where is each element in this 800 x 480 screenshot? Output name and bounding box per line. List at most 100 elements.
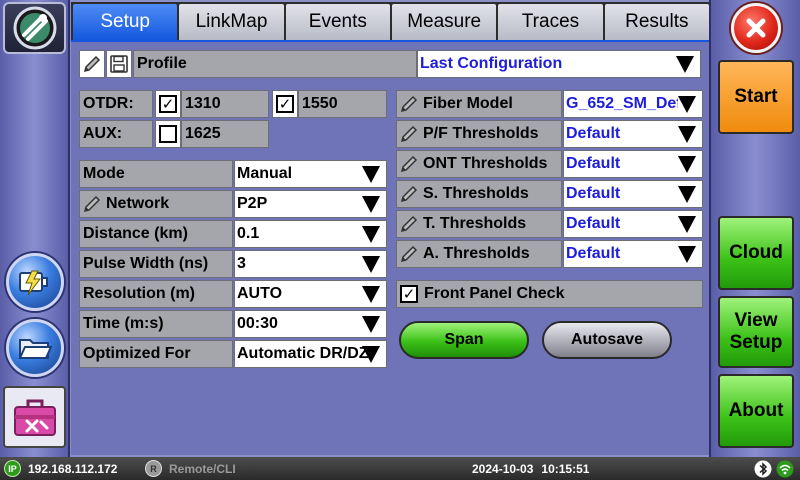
distance-select[interactable]: 0.1	[234, 220, 387, 248]
network-select[interactable]: P2P	[234, 190, 387, 218]
chevron-down-icon	[678, 155, 696, 173]
ont-thresholds-select[interactable]: Default	[563, 150, 703, 178]
fiber-model-value: G_652_SM_Default	[566, 95, 678, 112]
toolbox-button[interactable]	[3, 386, 66, 448]
s-thresholds-label: S. Thresholds	[423, 185, 529, 202]
status-bar: IP 192.168.112.172 R Remote/CLI 2024-10-…	[0, 457, 800, 480]
start-button[interactable]: Start	[718, 60, 794, 134]
pf-thresholds-value: Default	[566, 125, 621, 142]
view-setup-button[interactable]: View Setup	[718, 296, 794, 368]
otdr-1550-label: 1550	[298, 90, 387, 118]
profile-label: Profile	[133, 50, 417, 78]
tab-events[interactable]: Events	[285, 4, 390, 40]
bluetooth-status[interactable]	[754, 457, 772, 480]
close-button[interactable]	[731, 3, 781, 53]
t-thresholds-value: Default	[566, 215, 621, 232]
pencil-icon	[397, 214, 421, 234]
check-icon	[276, 95, 294, 113]
tab-traces[interactable]: Traces	[498, 4, 603, 40]
datetime: 2024-10-03 10:15:51	[472, 457, 589, 480]
aux-1625-checkbox[interactable]	[155, 120, 181, 148]
fiber-model-label: Fiber Model	[423, 95, 513, 112]
t-thresholds-select[interactable]: Default	[563, 210, 703, 238]
profile-select[interactable]: Last Configuration	[417, 50, 701, 78]
pencil-icon	[80, 194, 104, 214]
time-label: Time (m:s)	[79, 310, 233, 338]
power-meter-icon	[5, 253, 64, 311]
bluetooth-icon	[754, 460, 772, 477]
chevron-down-icon	[362, 255, 380, 273]
check-icon	[159, 95, 177, 113]
a-thresholds-select[interactable]: Default	[563, 240, 703, 268]
profile-save-button[interactable]	[106, 50, 132, 78]
ont-thresholds-label: ONT Thresholds	[423, 155, 548, 172]
pencil-icon	[397, 124, 421, 144]
about-button[interactable]: About	[718, 374, 794, 448]
pulse-width-label: Pulse Width (ns)	[79, 250, 233, 278]
otdr-app-icon	[13, 6, 56, 50]
mode-select[interactable]: Manual	[234, 160, 387, 188]
chevron-down-icon	[362, 345, 380, 363]
cloud-button[interactable]: Cloud	[718, 216, 794, 290]
remote-status: R Remote/CLI	[145, 457, 236, 480]
chevron-down-icon	[362, 225, 380, 243]
ont-thresholds-value: Default	[566, 155, 621, 172]
remote-badge: R	[145, 460, 162, 477]
a-thresholds-label-cell[interactable]: A. Thresholds	[396, 240, 562, 268]
setup-panel: Profile Last Configuration OTDR: 1310 15…	[71, 40, 709, 455]
span-button[interactable]: Span	[399, 321, 529, 359]
front-panel-check-label: Front Panel Check	[424, 285, 565, 302]
t-thresholds-label-cell[interactable]: T. Thresholds	[396, 210, 562, 238]
pf-thresholds-label-cell[interactable]: P/F Thresholds	[396, 120, 562, 148]
otdr-label: OTDR:	[79, 90, 153, 118]
chevron-down-icon	[362, 285, 380, 303]
chevron-down-icon	[678, 245, 696, 263]
close-icon	[746, 18, 766, 38]
s-thresholds-select[interactable]: Default	[563, 180, 703, 208]
aux-1625-label: 1625	[181, 120, 269, 148]
file-browser-button[interactable]	[3, 318, 66, 378]
mode-value: Manual	[237, 165, 293, 182]
pf-thresholds-select[interactable]: Default	[563, 120, 703, 148]
pencil-icon	[397, 184, 421, 204]
chevron-down-icon	[362, 165, 380, 183]
autosave-button[interactable]: Autosave	[542, 321, 672, 359]
chevron-down-icon	[362, 315, 380, 333]
time: 10:15:51	[541, 461, 590, 476]
chevron-down-icon	[678, 215, 696, 233]
optimized-for-select[interactable]: Automatic DR/DZ	[234, 340, 387, 368]
front-panel-check[interactable]: Front Panel Check	[396, 280, 703, 308]
floppy-disk-icon	[110, 55, 128, 73]
otdr-1310-checkbox[interactable]	[155, 90, 181, 118]
network-label-cell[interactable]: Network	[79, 190, 233, 218]
tab-bar: Setup LinkMap Events Measure Traces Resu…	[71, 2, 709, 40]
app-menu-button[interactable]	[3, 2, 66, 54]
aux-label: AUX:	[79, 120, 153, 148]
pulse-width-select[interactable]: 3	[234, 250, 387, 278]
optimized-for-value: Automatic DR/DZ	[237, 345, 369, 362]
profile-edit-button[interactable]	[79, 50, 105, 78]
fiber-model-label-cell[interactable]: Fiber Model	[396, 90, 562, 118]
power-meter-button[interactable]	[3, 252, 66, 312]
time-select[interactable]: 00:30	[234, 310, 387, 338]
tab-results[interactable]: Results	[604, 4, 709, 40]
distance-label: Distance (km)	[79, 220, 233, 248]
ip-badge: IP	[4, 460, 21, 477]
tab-setup[interactable]: Setup	[73, 4, 178, 40]
s-thresholds-label-cell[interactable]: S. Thresholds	[396, 180, 562, 208]
tab-linkmap[interactable]: LinkMap	[179, 4, 284, 40]
otdr-1550-checkbox[interactable]	[272, 90, 298, 118]
wifi-status[interactable]	[776, 457, 794, 480]
resolution-select[interactable]: AUTO	[234, 280, 387, 308]
mode-label: Mode	[79, 160, 233, 188]
ont-thresholds-label-cell[interactable]: ONT Thresholds	[396, 150, 562, 178]
chevron-down-icon	[678, 185, 696, 203]
tab-measure[interactable]: Measure	[391, 4, 497, 40]
pulse-width-value: 3	[237, 255, 246, 272]
pencil-icon	[83, 55, 101, 73]
fiber-model-select[interactable]: G_652_SM_Default	[563, 90, 703, 118]
pf-thresholds-label: P/F Thresholds	[423, 125, 539, 142]
a-thresholds-label: A. Thresholds	[423, 245, 530, 262]
unchecked-box-icon	[159, 125, 177, 143]
pencil-icon	[397, 94, 421, 114]
